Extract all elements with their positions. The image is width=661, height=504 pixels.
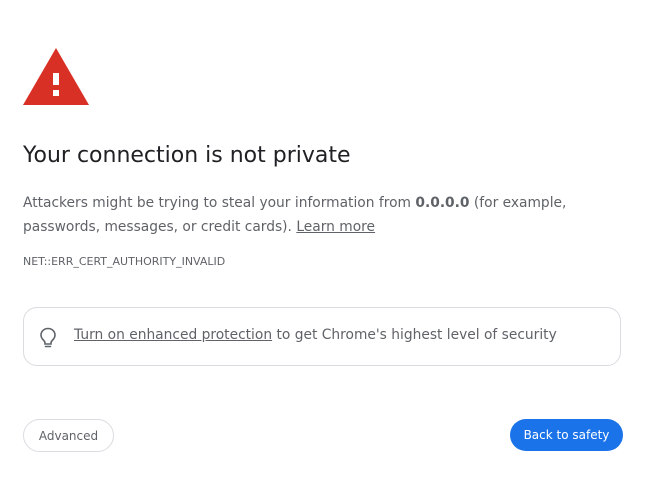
- error-code: NET::ERR_CERT_AUTHORITY_INVALID: [23, 255, 226, 268]
- enhanced-protection-banner: Turn on enhanced protection to get Chrom…: [23, 307, 621, 366]
- host-name: 0.0.0.0: [415, 195, 470, 211]
- back-to-safety-button[interactable]: Back to safety: [510, 419, 623, 451]
- warning-message: Attackers might be trying to steal your …: [23, 191, 623, 239]
- advanced-button[interactable]: Advanced: [23, 419, 114, 452]
- lightbulb-icon: [40, 327, 56, 348]
- warning-triangle-icon: [23, 48, 89, 105]
- message-prefix: Attackers might be trying to steal your …: [23, 195, 411, 211]
- page-title: Your connection is not private: [23, 143, 351, 168]
- enhanced-protection-description: to get Chrome's highest level of securit…: [276, 327, 557, 343]
- enhanced-protection-link[interactable]: Turn on enhanced protection: [74, 327, 272, 343]
- learn-more-link[interactable]: Learn more: [296, 219, 375, 235]
- enhanced-protection-text: Turn on enhanced protection to get Chrom…: [74, 327, 557, 343]
